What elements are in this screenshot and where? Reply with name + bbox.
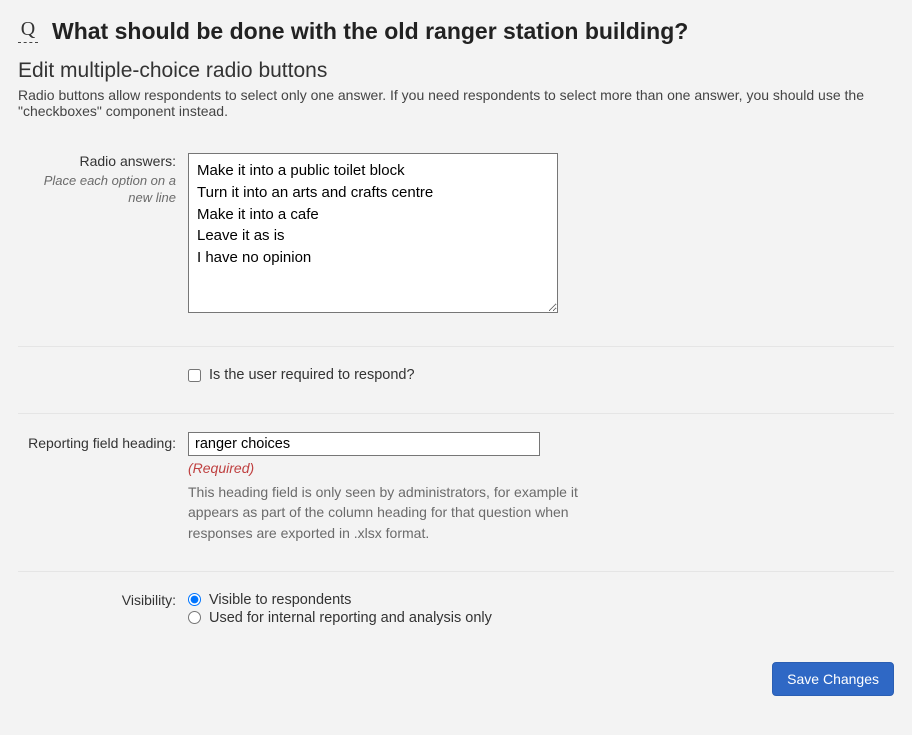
visibility-option-label: Visible to respondents	[209, 592, 351, 608]
reporting-required-note: (Required)	[188, 460, 894, 476]
required-checkbox-row[interactable]: Is the user required to respond?	[188, 367, 894, 383]
visibility-label: Visibility:	[122, 592, 176, 608]
radio-answers-textarea[interactable]	[188, 153, 558, 313]
required-row: Is the user required to respond?	[18, 365, 894, 385]
visibility-option-label: Used for internal reporting and analysis…	[209, 610, 492, 626]
required-checkbox[interactable]	[188, 369, 201, 382]
section-heading: Edit multiple-choice radio buttons	[18, 59, 894, 83]
radio-answers-row: Radio answers: Place each option on a ne…	[18, 153, 894, 318]
divider	[18, 346, 894, 347]
divider	[18, 571, 894, 572]
save-button[interactable]: Save Changes	[772, 662, 894, 696]
reporting-label: Reporting field heading:	[28, 435, 176, 451]
section-description: Radio buttons allow respondents to selec…	[18, 87, 868, 119]
radio-answers-label: Radio answers:	[80, 153, 177, 169]
reporting-help-text: This heading field is only seen by admin…	[188, 482, 628, 543]
radio-answers-hint: Place each option on a new line	[18, 173, 176, 207]
visibility-row: Visibility: Visible to respondents Used …	[18, 590, 894, 628]
required-label: Is the user required to respond?	[209, 367, 415, 383]
reporting-row: Reporting field heading: (Required) This…	[18, 432, 894, 543]
page: Q What should be done with the old range…	[0, 0, 912, 735]
page-title: What should be done with the old ranger …	[52, 18, 688, 45]
visibility-option-visible[interactable]: Visible to respondents	[188, 592, 894, 608]
reporting-field-input[interactable]	[188, 432, 540, 456]
visibility-radio-visible[interactable]	[188, 593, 201, 606]
visibility-option-internal[interactable]: Used for internal reporting and analysis…	[188, 610, 894, 626]
question-icon: Q	[18, 20, 38, 43]
visibility-radio-internal[interactable]	[188, 611, 201, 624]
title-row: Q What should be done with the old range…	[18, 18, 894, 45]
divider	[18, 413, 894, 414]
button-row: Save Changes	[18, 662, 894, 696]
